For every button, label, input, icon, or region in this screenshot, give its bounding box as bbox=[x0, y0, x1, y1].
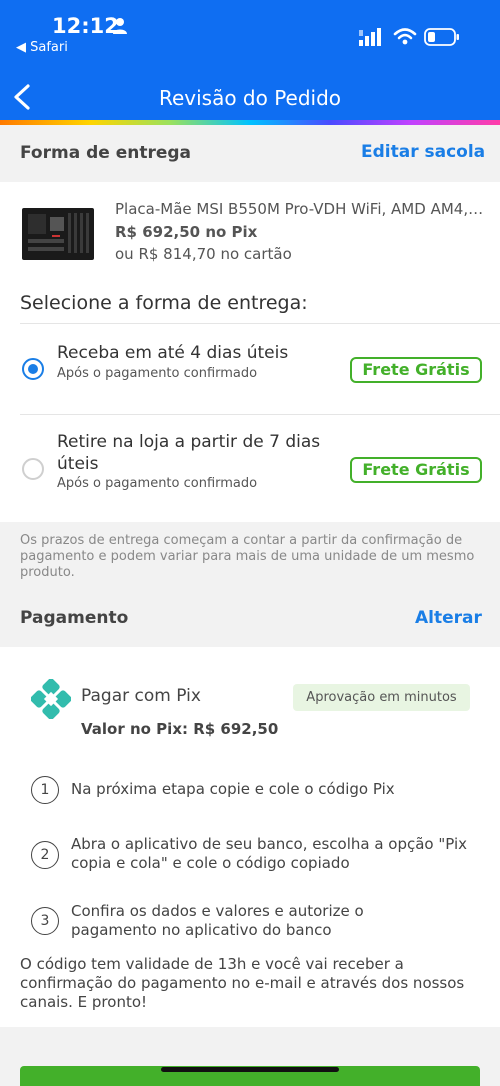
battery-icon bbox=[424, 28, 459, 46]
delivery-section-title: Forma de entrega bbox=[20, 143, 192, 163]
rainbow-stripe bbox=[0, 120, 500, 125]
shipping-option-subtitle: Após o pagamento confirmado bbox=[57, 366, 258, 381]
free-shipping-badge: Frete Grátis bbox=[350, 357, 482, 383]
approval-badge: Aprovação em minutos bbox=[293, 684, 470, 711]
delivery-note: Os prazos de entrega começam a contar a … bbox=[20, 533, 475, 580]
status-time: 12:12 bbox=[52, 14, 119, 38]
shipping-option-subtitle: Após o pagamento confirmado bbox=[57, 476, 258, 491]
radio-selected-icon[interactable] bbox=[22, 358, 44, 380]
signal-icon bbox=[359, 28, 381, 46]
back-to-safari[interactable]: ◀ Safari bbox=[16, 40, 68, 55]
product-price-pix: R$ 692,50 no Pix bbox=[115, 223, 258, 241]
product-price-card: ou R$ 814,70 no cartão bbox=[115, 245, 292, 263]
home-indicator bbox=[161, 1067, 339, 1072]
step-text: Confira os dados e valores e autorize o … bbox=[71, 902, 364, 939]
step-number: 2 bbox=[31, 841, 59, 869]
pix-validity-note: O código tem validade de 13h e você vai … bbox=[20, 955, 465, 1011]
step-number: 3 bbox=[31, 907, 59, 935]
product-image[interactable] bbox=[18, 205, 98, 263]
payment-section-title: Pagamento bbox=[20, 608, 129, 628]
payment-method-title: Pagar com Pix bbox=[81, 686, 201, 706]
shipping-select-title: Selecione a forma de entrega: bbox=[20, 292, 308, 314]
change-payment-link[interactable]: Alterar bbox=[415, 608, 482, 628]
step-number: 1 bbox=[31, 776, 59, 804]
free-shipping-badge: Frete Grátis bbox=[350, 457, 482, 483]
wifi-icon bbox=[393, 28, 417, 45]
pix-value: Valor no Pix: R$ 692,50 bbox=[81, 720, 279, 738]
person-icon bbox=[113, 18, 127, 34]
shipping-option-title: Retire na loja a partir de 7 dias úteis bbox=[57, 432, 321, 474]
divider bbox=[20, 323, 500, 324]
edit-bag-link[interactable]: Editar sacola bbox=[361, 142, 485, 162]
pix-logo-icon bbox=[31, 679, 71, 719]
step-text: Na próxima etapa copie e cole o código P… bbox=[71, 780, 395, 798]
product-name[interactable]: Placa-Mãe MSI B550M Pro-VDH WiFi, AMD AM… bbox=[115, 200, 487, 218]
page-title: Revisão do Pedido bbox=[158, 86, 342, 110]
radio-unselected-icon[interactable] bbox=[22, 458, 44, 480]
step-text: Abra o aplicativo de seu banco, escolha … bbox=[71, 835, 468, 872]
shipping-option-title: Receba em até 4 dias úteis bbox=[57, 343, 289, 363]
